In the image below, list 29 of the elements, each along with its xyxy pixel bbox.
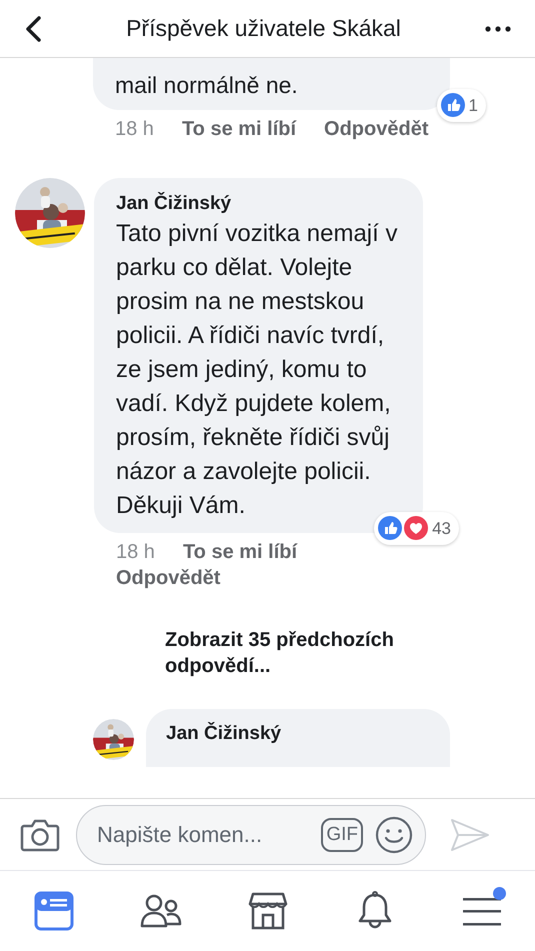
- comment-time: 18 h: [115, 118, 154, 140]
- reaction-count: 43: [432, 518, 451, 540]
- thumbs-up-icon: [378, 516, 402, 540]
- smiley-icon: [375, 816, 413, 854]
- emoji-button[interactable]: [375, 816, 413, 854]
- shop-icon: [248, 891, 288, 931]
- thumbs-up-icon: [440, 93, 465, 118]
- bell-icon: [356, 891, 392, 931]
- like-link[interactable]: To se mi líbí: [182, 118, 296, 140]
- comment-text: mail normálně ne.: [115, 71, 299, 100]
- gif-button[interactable]: GIF: [321, 818, 363, 852]
- reaction-badge[interactable]: 1: [436, 88, 486, 122]
- reaction-badge[interactable]: 43: [374, 512, 459, 545]
- reaction-count: 1: [468, 94, 478, 116]
- send-icon: [450, 818, 490, 852]
- author-name[interactable]: Jan Čižinský: [116, 191, 407, 217]
- reply-link[interactable]: Odpovědět: [116, 567, 220, 589]
- camera-icon: [20, 818, 60, 852]
- reply-link[interactable]: Odpovědět: [324, 118, 428, 140]
- back-icon: [24, 14, 42, 42]
- comment-time: 18 h: [116, 541, 155, 563]
- news-feed-icon: [34, 891, 74, 931]
- more-replies-link[interactable]: Zobrazit 35 předchozích odpovědí...: [165, 627, 503, 679]
- author-name[interactable]: Jan Čižinský: [166, 721, 450, 747]
- like-link[interactable]: To se mi líbí: [182, 541, 298, 563]
- comment-field[interactable]: Napište komen... GIF: [76, 804, 426, 864]
- more-icon: [484, 26, 511, 32]
- window-title: Příspěvek uživatele Skákal: [126, 14, 401, 44]
- people-icon: [140, 893, 182, 929]
